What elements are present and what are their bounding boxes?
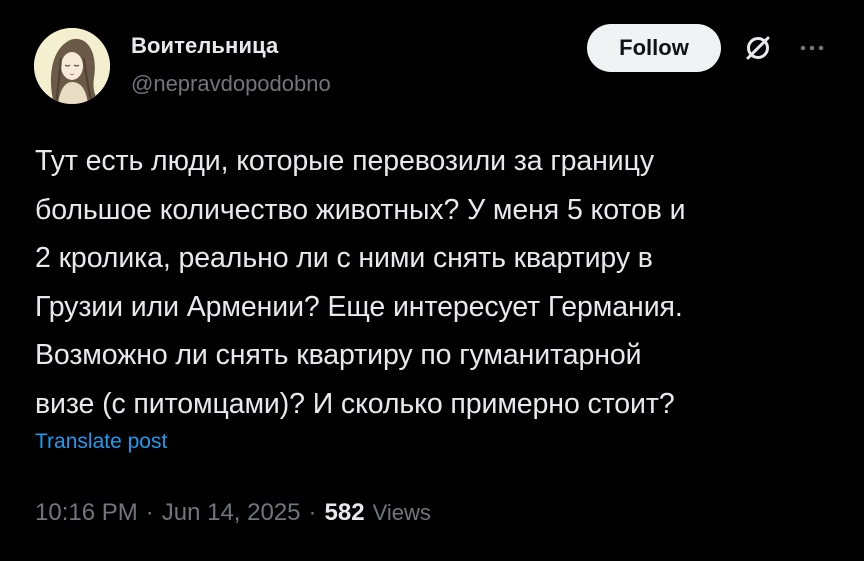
avatar[interactable]	[34, 28, 110, 104]
follow-button[interactable]: Follow	[587, 24, 721, 72]
post-date[interactable]: Jun 14, 2025	[162, 499, 301, 527]
meta-separator: ·	[308, 499, 317, 526]
post-time[interactable]: 10:16 PM	[35, 499, 138, 527]
ellipsis-icon[interactable]	[794, 30, 830, 66]
post-text: Тут есть люди, которые перевозили за гра…	[35, 145, 686, 420]
meta-separator: ·	[145, 499, 154, 526]
author-handle[interactable]: @nepravdopodobno	[131, 71, 331, 97]
views-label: Views	[372, 500, 431, 525]
post-meta: 10:16 PM · Jun 14, 2025 · 582 Views	[35, 499, 431, 527]
avatar-image	[34, 28, 110, 104]
author-display-name[interactable]: Воительница	[131, 33, 278, 59]
translate-post-link[interactable]: Translate post	[35, 430, 167, 454]
slashed-circle-icon[interactable]	[740, 30, 776, 66]
views-count: 582	[324, 499, 365, 526]
